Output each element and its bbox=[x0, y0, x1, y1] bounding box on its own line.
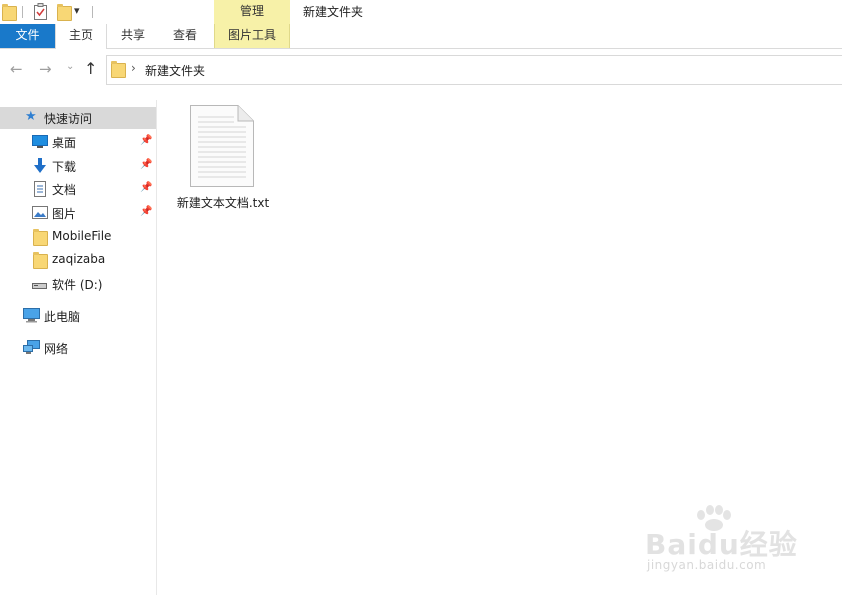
text-file-icon bbox=[190, 105, 254, 187]
quick-access-toolbar: ▾ bbox=[0, 0, 842, 24]
file-item[interactable]: 新建文本文档.txt bbox=[173, 100, 273, 220]
sidebar-item-label: 文档 bbox=[52, 183, 77, 197]
pin-icon: 📌 bbox=[140, 182, 153, 193]
watermark-url: jingyan.baidu.com bbox=[647, 558, 767, 572]
back-arrow-icon[interactable]: ← bbox=[10, 60, 23, 78]
documents-icon bbox=[34, 181, 46, 197]
sidebar-item-quick-access[interactable]: ★ 快速访问 bbox=[0, 107, 156, 129]
sidebar-item-label: zaqizaba bbox=[52, 252, 106, 266]
sidebar-item-this-pc[interactable]: 此电脑 bbox=[0, 305, 156, 327]
folder-icon bbox=[33, 229, 48, 246]
sidebar-item-label: 图片 bbox=[52, 207, 77, 221]
breadcrumb-segment[interactable]: 新建文件夹 bbox=[145, 62, 205, 79]
folder-icon bbox=[33, 252, 48, 269]
sidebar-item-zaqizaba[interactable]: zaqizaba bbox=[0, 249, 156, 271]
sidebar-item-network[interactable]: 网络 bbox=[0, 337, 156, 359]
sidebar-item-documents[interactable]: 文档 📌 bbox=[0, 178, 156, 200]
desktop-icon bbox=[32, 135, 48, 148]
folder-icon bbox=[2, 4, 17, 21]
context-group-label: 管理 bbox=[239, 4, 264, 18]
properties-icon[interactable] bbox=[34, 3, 47, 20]
tab-file[interactable]: 文件 bbox=[0, 24, 55, 48]
watermark: Baidu经验 jingyan.baidu.com bbox=[645, 505, 805, 585]
sidebar-item-drive-d[interactable]: 软件 (D:) bbox=[0, 273, 156, 295]
tab-share[interactable]: 共享 bbox=[108, 24, 158, 48]
drive-icon bbox=[32, 283, 47, 289]
sidebar-item-label: 此电脑 bbox=[44, 310, 81, 324]
sidebar-item-mobilefile[interactable]: MobileFile bbox=[0, 226, 156, 248]
toolbar-separator bbox=[92, 6, 93, 18]
computer-icon bbox=[23, 308, 40, 323]
recent-locations-icon[interactable]: ⌄ bbox=[66, 61, 74, 72]
file-name: 新建文本文档.txt bbox=[176, 196, 270, 210]
ribbon-tabs: 文件 主页 共享 查看 图片工具 bbox=[0, 24, 842, 49]
sidebar-item-downloads[interactable]: 下载 📌 bbox=[0, 155, 156, 177]
sidebar-item-desktop[interactable]: 桌面 📌 bbox=[0, 131, 156, 153]
window-title: 新建文件夹 bbox=[303, 5, 364, 19]
sidebar-item-label: 网络 bbox=[44, 342, 69, 356]
sidebar-item-label: 下载 bbox=[52, 160, 77, 174]
pin-icon: 📌 bbox=[140, 159, 153, 170]
toolbar-separator bbox=[22, 6, 23, 18]
navigation-pane: ★ 快速访问 桌面 📌 下载 📌 文档 📌 图片 📌 MobileFile za… bbox=[0, 100, 157, 595]
customize-toolbar-icon[interactable]: ▾ bbox=[74, 4, 80, 17]
tab-home[interactable]: 主页 bbox=[55, 24, 107, 49]
sidebar-item-label: MobileFile bbox=[52, 229, 112, 243]
download-icon bbox=[34, 158, 46, 173]
watermark-logo-text: Baidu经验 bbox=[645, 528, 798, 561]
up-arrow-icon[interactable]: ↑ bbox=[84, 59, 97, 78]
folder-icon bbox=[111, 61, 126, 78]
forward-arrow-icon[interactable]: → bbox=[39, 60, 52, 78]
pictures-icon bbox=[32, 206, 48, 219]
pin-icon: 📌 bbox=[140, 206, 153, 217]
sidebar-item-pictures[interactable]: 图片 📌 bbox=[0, 202, 156, 224]
sidebar-item-label: 快速访问 bbox=[44, 112, 93, 126]
address-bar[interactable]: › 新建文件夹 bbox=[106, 55, 842, 85]
pin-icon: 📌 bbox=[140, 135, 153, 146]
sidebar-item-label: 桌面 bbox=[52, 136, 77, 150]
chevron-right-icon[interactable]: › bbox=[131, 61, 136, 75]
star-icon: ★ bbox=[25, 109, 37, 124]
sidebar-item-label: 软件 (D:) bbox=[52, 278, 103, 292]
new-folder-icon[interactable] bbox=[57, 4, 72, 21]
tab-picture-tools[interactable]: 图片工具 bbox=[214, 24, 290, 48]
network-icon bbox=[23, 340, 40, 354]
tab-view[interactable]: 查看 bbox=[160, 24, 210, 48]
